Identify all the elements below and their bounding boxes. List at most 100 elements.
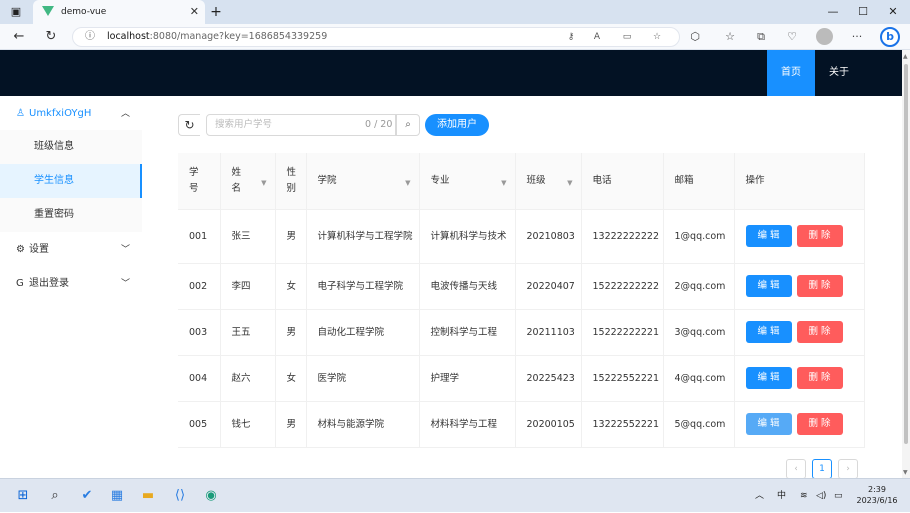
todo-icon[interactable]: ✔ [78, 487, 96, 505]
extensions-icon[interactable]: ⬡ [685, 24, 705, 50]
col-header-college[interactable]: 学院 ▼ [306, 153, 420, 210]
battery-icon[interactable]: ▭ [834, 479, 843, 513]
cell-actions: 编 辑删 除 [734, 263, 865, 310]
cell-actions: 编 辑删 除 [734, 355, 865, 402]
settings-label: 设置 [29, 244, 49, 255]
col-header-class[interactable]: 班级 ▼ [515, 153, 582, 210]
performance-icon[interactable]: ♡ [782, 24, 802, 50]
sidebar-user-menu[interactable]: ♙ UmkfxiOYgH ︿ [0, 97, 142, 131]
filter-icon[interactable]: ▼ [567, 175, 572, 191]
scroll-up-icon[interactable]: ▲ [903, 53, 908, 60]
site-info-icon[interactable]: ⓘ [85, 28, 95, 46]
logout-label: 退出登录 [29, 278, 69, 289]
bing-chat-icon[interactable]: b [880, 27, 900, 47]
table-row: 002 李四 女 电子科学与工程学院 电波传播与天线 20220407 1522… [178, 263, 865, 310]
read-aloud-icon[interactable]: A [589, 28, 605, 48]
address-bar[interactable]: ⓘ localhost:8080/manage?key=168685433925… [72, 27, 680, 47]
col-header-id[interactable]: 学号 [178, 153, 221, 210]
reader-view-icon[interactable]: ▭ [619, 28, 635, 48]
new-tab-button[interactable]: + [207, 0, 225, 24]
user-menu-label: UmkfxiOYgH [29, 108, 92, 119]
refresh-button[interactable]: ↻ [178, 114, 200, 136]
edit-button[interactable]: 编 辑 [745, 413, 792, 435]
wifi-icon[interactable]: ≋ [800, 479, 808, 513]
volume-icon[interactable]: ◁) [816, 479, 826, 513]
reload-icon[interactable]: ↻ [41, 24, 61, 50]
cell-id: 005 [178, 401, 221, 448]
cell-email: 3@qq.com [663, 309, 735, 356]
chevron-down-icon: ﹀ [121, 245, 131, 255]
prev-page-button[interactable]: ‹ [786, 459, 806, 479]
vscode-icon[interactable]: ⟨⟩ [171, 487, 189, 505]
page-scrollbar[interactable]: ▲ ▼ [902, 50, 910, 478]
cell-phone: 15222222222 [581, 263, 664, 310]
favorites-icon[interactable]: ☆ [720, 24, 740, 50]
filter-icon[interactable]: ▼ [261, 175, 266, 191]
cell-phone: 13222222222 [581, 209, 664, 264]
edit-button[interactable]: 编 辑 [745, 275, 792, 297]
sidebar: ♙ UmkfxiOYgH ︿ 班级信息 学生信息 重置密码 ⚙ 设置 ﹀ G 退… [0, 96, 142, 478]
col-header-gender[interactable]: 性别 [275, 153, 307, 210]
search-icon[interactable]: ⌕ [46, 487, 64, 505]
collections-icon[interactable]: ⧉ [751, 24, 771, 50]
minimize-button[interactable]: — [818, 0, 848, 24]
sidebar-item-student-info[interactable]: 学生信息 [0, 164, 142, 198]
calendar-icon[interactable]: ▦ [108, 487, 126, 505]
input-language[interactable]: 中 [777, 479, 786, 513]
browser-tab[interactable]: demo-vue ✕ [33, 0, 205, 24]
delete-button[interactable]: 删 除 [796, 225, 843, 247]
search-icon[interactable]: ⌕ [396, 114, 420, 136]
key-icon[interactable]: ⚷ [563, 28, 579, 48]
chevron-up-icon: ︿ [121, 109, 131, 119]
maximize-button[interactable]: ☐ [848, 0, 878, 24]
cell-actions: 编 辑删 除 [734, 309, 865, 356]
cell-college: 材料与能源学院 [306, 401, 420, 448]
cell-college: 电子科学与工程学院 [306, 263, 420, 310]
nav-about[interactable]: 关于 [815, 50, 863, 96]
more-menu-icon[interactable]: ··· [847, 24, 867, 50]
scrollbar-thumb[interactable] [904, 64, 908, 444]
page-1-button[interactable]: 1 [812, 459, 832, 479]
edge-browser-icon[interactable]: ◉ [202, 487, 220, 505]
cell-major: 计算机科学与技术 [419, 209, 516, 264]
filter-icon[interactable]: ▼ [405, 175, 410, 191]
delete-button[interactable]: 删 除 [796, 275, 843, 297]
back-arrow-icon[interactable]: ← [9, 24, 29, 50]
next-page-button[interactable]: › [838, 459, 858, 479]
edit-button[interactable]: 编 辑 [745, 367, 792, 389]
tab-close-icon[interactable]: ✕ [190, 0, 199, 24]
tab-actions-icon[interactable]: ▣ [6, 0, 26, 24]
sidebar-logout-menu[interactable]: G 退出登录 ﹀ [0, 267, 142, 301]
search-char-count: 0 / 20 [365, 119, 393, 130]
favorite-star-icon[interactable]: ☆ [649, 28, 665, 48]
delete-button[interactable]: 删 除 [796, 367, 843, 389]
sidebar-item-reset-password[interactable]: 重置密码 [0, 198, 142, 232]
cell-major: 电波传播与天线 [419, 263, 516, 310]
delete-button[interactable]: 删 除 [796, 413, 843, 435]
windows-start-icon[interactable]: ⊞ [14, 487, 32, 505]
sidebar-item-class-info[interactable]: 班级信息 [0, 130, 142, 164]
filter-icon[interactable]: ▼ [501, 175, 506, 191]
nav-home[interactable]: 首页 [767, 50, 815, 96]
vue-logo-icon [42, 6, 54, 16]
col-header-actions: 操作 [734, 153, 865, 210]
edit-button[interactable]: 编 辑 [745, 321, 792, 343]
profile-avatar[interactable] [816, 28, 833, 45]
cell-id: 004 [178, 355, 221, 402]
add-user-button[interactable]: 添加用户 [425, 114, 489, 136]
col-header-major[interactable]: 专业 ▼ [419, 153, 516, 210]
system-clock[interactable]: 2:39 2023/6/16 [855, 484, 899, 506]
delete-button[interactable]: 删 除 [796, 321, 843, 343]
student-table: 学号 姓名 ▼ 性别 学院 ▼ 专业 ▼ 班级 ▼ 电话 邮箱 操作 001 张三 男 … [178, 153, 865, 448]
col-header-name[interactable]: 姓名 ▼ [220, 153, 276, 210]
tray-chevron-icon[interactable]: ︿ [755, 479, 764, 513]
cell-email: 1@qq.com [663, 209, 735, 264]
sidebar-settings-menu[interactable]: ⚙ 设置 ﹀ [0, 233, 142, 267]
cell-class: 20210803 [515, 209, 582, 264]
table-header-row: 学号 姓名 ▼ 性别 学院 ▼ 专业 ▼ 班级 ▼ 电话 邮箱 操作 [178, 153, 865, 210]
gear-icon: ⚙ [16, 244, 25, 255]
scroll-down-icon[interactable]: ▼ [903, 469, 908, 476]
close-window-button[interactable]: ✕ [878, 0, 908, 24]
edit-button[interactable]: 编 辑 [745, 225, 792, 247]
file-explorer-icon[interactable]: ▬ [139, 487, 157, 505]
